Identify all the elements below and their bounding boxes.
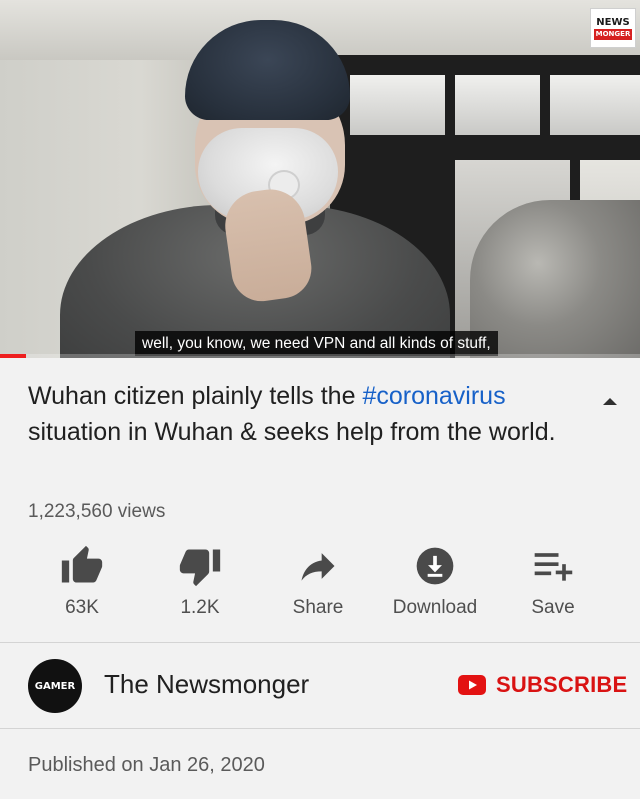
share-arrow-icon <box>301 553 335 581</box>
collapse-description-icon[interactable] <box>600 394 620 408</box>
download-circle-icon <box>416 547 454 585</box>
download-label: Download <box>392 597 478 618</box>
video-caption: well, you know, we need VPN and all kind… <box>135 331 498 356</box>
dislike-count: 1.2K <box>180 597 220 618</box>
watermark-bottom-text: MONGER <box>593 28 633 40</box>
playlist-add-icon <box>534 553 573 581</box>
channel-avatar[interactable]: GAMER <box>28 659 82 713</box>
like-count: 63K <box>65 597 99 618</box>
video-title-text: Wuhan citizen plainly tells the <box>28 382 363 410</box>
view-count: 1,223,560 views <box>28 501 166 522</box>
video-progress-fill <box>0 354 26 358</box>
subscribe-label: SUBSCRIBE <box>496 672 628 697</box>
video-progress-bar[interactable] <box>0 354 640 358</box>
video-actions-bar: 63K 1.2K Share Download Save <box>0 544 640 624</box>
thumbs-down-icon <box>179 549 221 587</box>
cabinet-panel <box>350 75 445 135</box>
youtube-play-icon <box>458 675 486 695</box>
download-button[interactable]: Download <box>380 544 490 624</box>
subscribe-button[interactable]: SUBSCRIBE <box>458 668 627 702</box>
dislike-button[interactable]: 1.2K <box>145 544 255 624</box>
save-label: Save <box>531 597 575 618</box>
channel-name[interactable]: The Newsmonger <box>104 669 309 700</box>
video-title: Wuhan citizen plainly tells the #coronav… <box>28 378 568 450</box>
publish-date: Published on Jan 26, 2020 <box>28 754 265 776</box>
share-button[interactable]: Share <box>263 544 373 624</box>
cabinet-panel <box>455 75 540 135</box>
cabinet-panel <box>550 75 640 135</box>
divider <box>0 728 640 729</box>
like-button[interactable]: 63K <box>27 544 137 624</box>
save-button[interactable]: Save <box>498 544 608 624</box>
share-label: Share <box>292 597 344 618</box>
watermark-top-text: NEWS <box>596 16 630 28</box>
thumbs-up-icon <box>61 545 103 583</box>
video-player[interactable]: NEWS MONGER well, you know, we need VPN … <box>0 0 640 358</box>
channel-avatar-text: GAMER <box>34 680 76 692</box>
hashtag-link[interactable]: #coronavirus <box>362 382 505 410</box>
channel-watermark-logo: NEWS MONGER <box>590 8 636 48</box>
divider <box>0 642 640 643</box>
video-title-text-continued: situation in Wuhan & seeks help from the… <box>28 418 556 446</box>
